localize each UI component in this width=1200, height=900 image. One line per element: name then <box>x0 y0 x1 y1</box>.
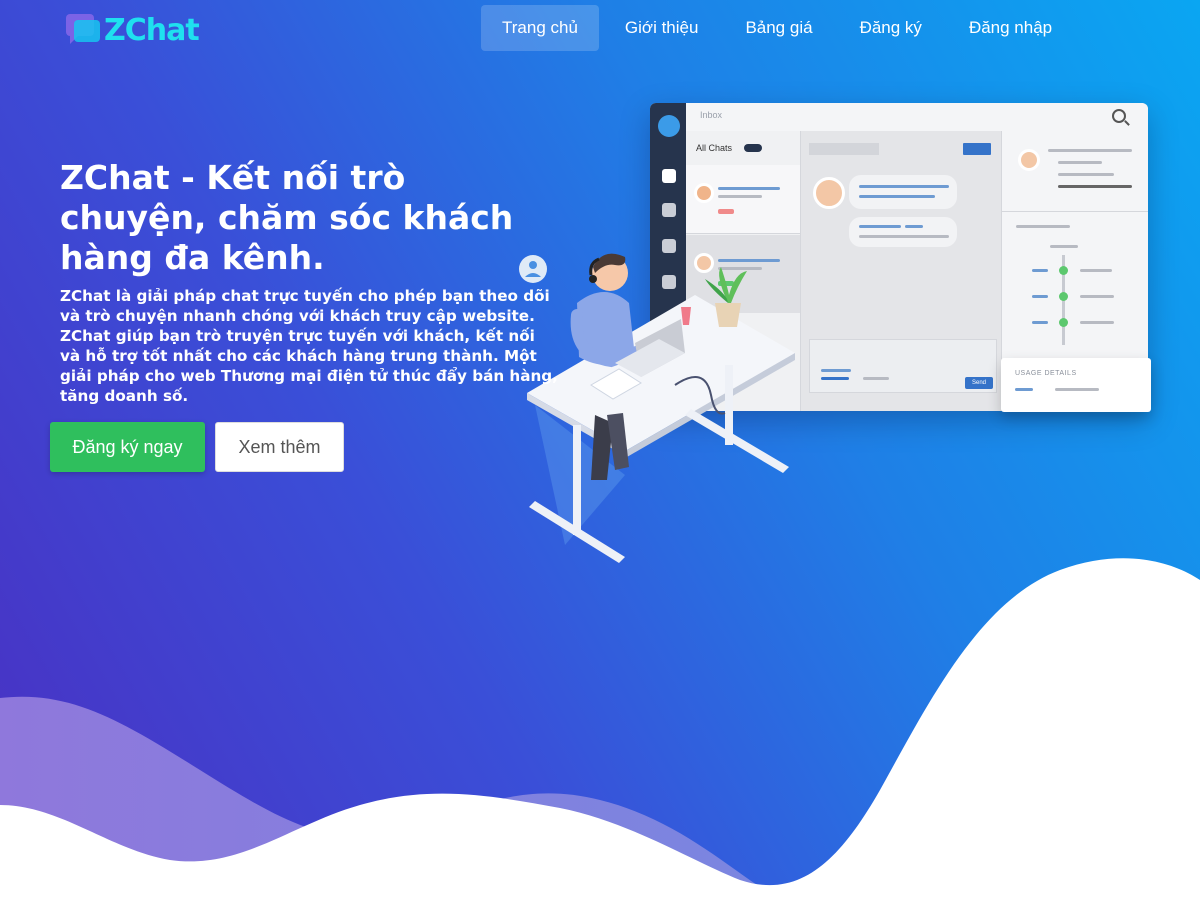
mockup-logo-icon <box>658 115 680 137</box>
hero-description: ZChat là giải pháp chat trực tuyến cho p… <box>60 287 558 405</box>
mockup-nav-icon <box>662 203 676 217</box>
brand-name: ZChat <box>104 12 200 48</box>
search-icon <box>1112 109 1126 123</box>
usage-details-card: USAGE DETAILS <box>1001 358 1151 412</box>
agent-at-desk-illustration <box>519 253 795 563</box>
hero-illustration: Inbox All Chats Send USAGE DETAILS <box>515 95 1165 575</box>
mockup-conversation: Send <box>801 131 1002 411</box>
register-now-button[interactable]: Đăng ký ngay <box>50 422 205 472</box>
hero-title: ZChat - Kết nối trò chuyện, chăm sóc khá… <box>60 158 514 277</box>
nav-item-login[interactable]: Đăng nhập <box>948 5 1073 51</box>
mockup-topbar: Inbox <box>686 103 1148 132</box>
nav-item-register[interactable]: Đăng ký <box>839 5 943 51</box>
brand-logo[interactable]: ZChat <box>64 8 200 52</box>
all-chats-label: All Chats <box>696 143 733 153</box>
send-button: Send <box>965 377 993 389</box>
nav-item-about[interactable]: Giới thiệu <box>604 5 720 51</box>
mockup-nav-icon <box>662 169 676 183</box>
main-nav: Trang chủ Giới thiệu Bảng giá Đăng ký Đă… <box>481 5 1078 51</box>
inbox-label: Inbox <box>700 110 723 120</box>
toggle-icon <box>744 144 762 152</box>
nav-item-pricing[interactable]: Bảng giá <box>724 5 833 51</box>
chat-bubble-icon <box>64 12 102 48</box>
nav-item-home[interactable]: Trang chủ <box>481 5 599 51</box>
see-more-button[interactable]: Xem thêm <box>215 422 344 472</box>
usage-details-label: USAGE DETAILS <box>1015 370 1077 377</box>
